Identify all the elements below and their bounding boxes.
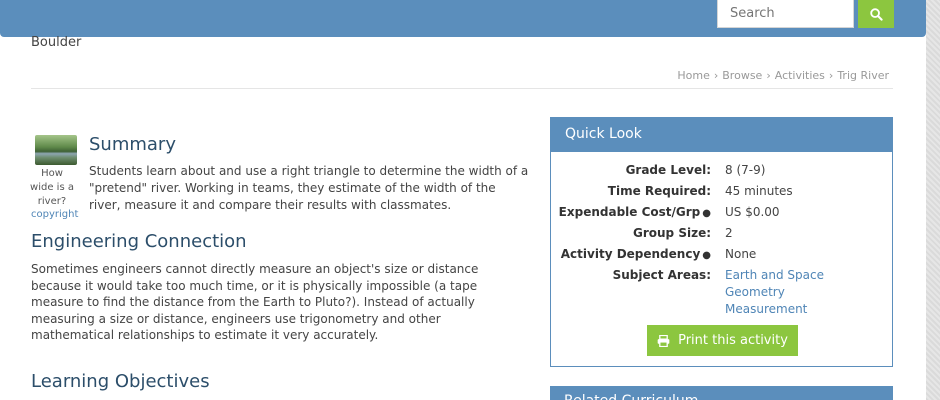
group-size-label: Group Size: — [633, 226, 711, 240]
info-icon[interactable]: ● — [702, 208, 711, 219]
search-button[interactable] — [858, 0, 894, 28]
page-scrollbar[interactable] — [926, 0, 940, 400]
expendable-cost-label: Expendable Cost/Grp ● — [559, 204, 711, 222]
quick-look-panel: Quick Look Grade Level: 8 (7-9) Time Req… — [550, 117, 893, 367]
divider — [31, 88, 893, 89]
subject-measurement-link[interactable]: Measurement — [725, 301, 824, 318]
print-activity-label: Print this activity — [678, 333, 788, 348]
print-activity-button[interactable]: Print this activity — [647, 325, 798, 356]
activity-dependency-value: None — [725, 247, 757, 261]
expendable-cost-label-text: Expendable Cost/Grp — [558, 205, 701, 219]
subject-geometry-link[interactable]: Geometry — [725, 284, 824, 301]
breadcrumb-current: Trig River — [837, 69, 889, 82]
breadcrumb-separator: › — [766, 69, 771, 82]
group-size-value: 2 — [725, 226, 733, 240]
subject-earth-and-space-link[interactable]: Earth and Space — [725, 267, 824, 284]
engineering-connection-heading: Engineering Connection — [31, 231, 247, 252]
breadcrumb-separator: › — [713, 69, 719, 82]
quick-look-title: Quick Look — [551, 118, 892, 152]
expendable-cost-value: US $0.00 — [725, 205, 780, 219]
engineering-connection-text: Sometimes engineers cannot directly meas… — [31, 262, 479, 342]
organization-name: Boulder — [31, 35, 82, 50]
subject-areas-label: Subject Areas: — [612, 268, 711, 282]
related-curriculum-panel-header: Related Curriculum — [550, 386, 893, 400]
activity-dependency-label: Activity Dependency ● — [561, 246, 711, 264]
breadcrumb-home[interactable]: Home — [677, 69, 709, 82]
breadcrumb-separator: › — [828, 69, 834, 82]
river-thumbnail-image[interactable] — [35, 135, 77, 165]
activity-dependency-label-text: Activity Dependency — [560, 247, 701, 261]
subject-areas-list: Earth and Space Geometry Measurement — [725, 267, 824, 318]
breadcrumb: Home › Browse › Activities › Trig River — [677, 69, 889, 82]
time-required-value: 45 minutes — [725, 184, 793, 198]
search-icon — [869, 7, 883, 21]
thumbnail-caption: How wide is a river? — [30, 168, 74, 207]
info-icon[interactable]: ● — [702, 250, 711, 261]
summary-text: Students learn about and use a right tri… — [89, 164, 529, 212]
copyright-link[interactable]: copyright — [31, 209, 78, 220]
breadcrumb-browse[interactable]: Browse — [722, 69, 762, 82]
search-input[interactable] — [717, 0, 854, 28]
breadcrumb-activities[interactable]: Activities — [775, 69, 825, 82]
summary-heading: Summary — [89, 134, 176, 155]
learning-objectives-heading: Learning Objectives — [31, 371, 210, 392]
grade-level-label: Grade Level: — [625, 163, 711, 177]
time-required-label: Time Required: — [607, 184, 711, 198]
grade-level-value: 8 (7-9) — [725, 163, 766, 177]
printer-icon — [657, 334, 670, 347]
